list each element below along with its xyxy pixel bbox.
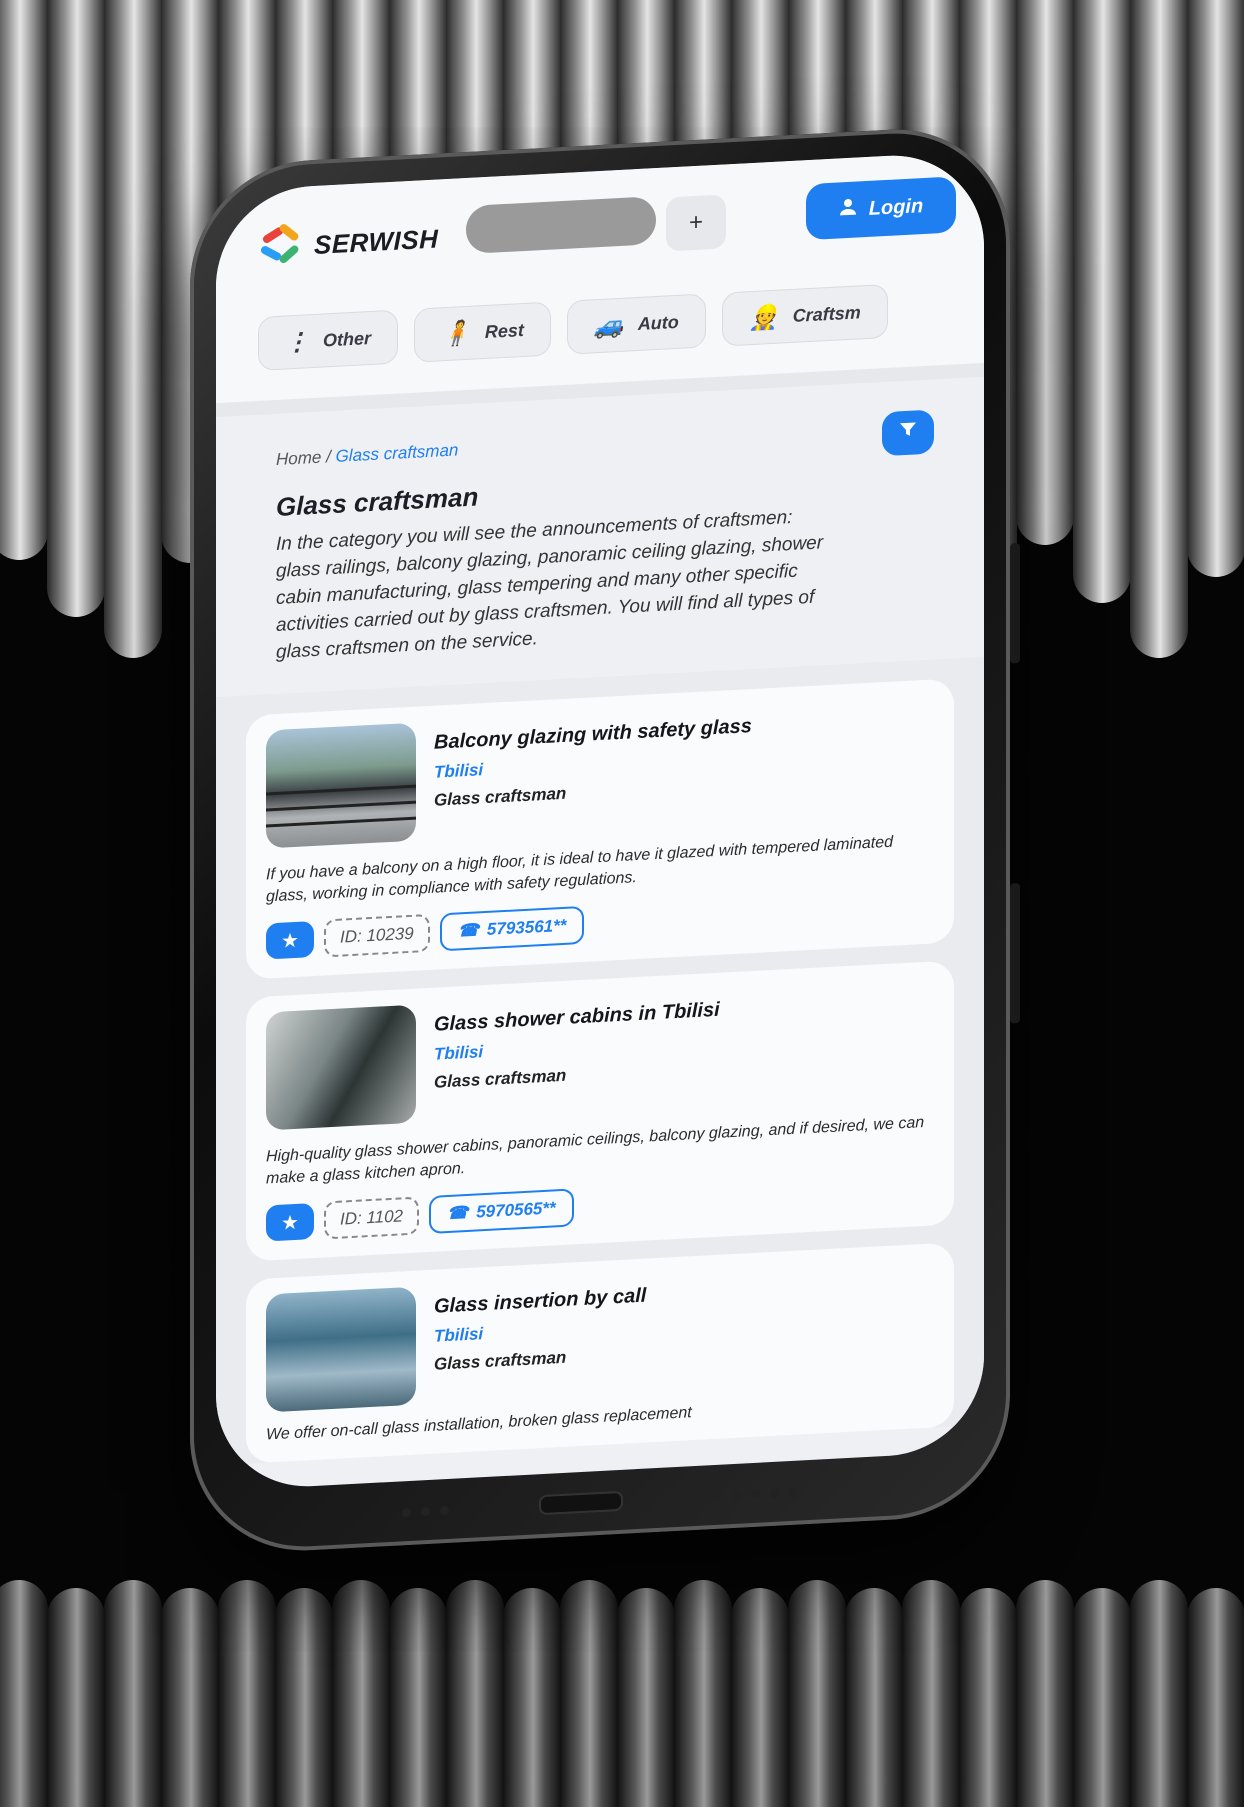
pillar [104, 0, 162, 658]
pillar [332, 1580, 390, 1807]
page-description: In the category you will see the announc… [276, 506, 824, 663]
login-label: Login [868, 194, 924, 220]
pillar [47, 0, 105, 617]
pillar [902, 1580, 960, 1807]
phone-icon: ☎ [457, 920, 479, 941]
favorite-button[interactable]: ★ [266, 1202, 314, 1242]
star-icon: ★ [281, 1211, 299, 1235]
pillar [161, 1588, 219, 1807]
listing-card[interactable]: Glass insertion by call Tbilisi Glass cr… [246, 1242, 954, 1464]
pillar [1016, 1580, 1074, 1807]
tab-craftsmen[interactable]: 👷 Craftsm [721, 283, 888, 347]
add-listing-button[interactable]: + [666, 194, 726, 252]
pillar [1130, 1580, 1188, 1807]
listing-list: Balcony glazing with safety glass Tbilis… [216, 656, 984, 1466]
phone-frame: SERWISH + Login ⋮ Other 🧍 Rest 🚙 Auto 👷 … [190, 123, 1020, 1557]
brand-logo[interactable]: SERWISH [258, 216, 438, 269]
filter-icon [898, 419, 918, 446]
phone-screen: SERWISH + Login ⋮ Other 🧍 Rest 🚙 Auto 👷 … [216, 150, 984, 1492]
pillar [47, 1588, 105, 1807]
phone-number: 5793561** [486, 915, 567, 939]
pillar [275, 1588, 333, 1807]
pillar [1016, 0, 1074, 545]
filter-button[interactable] [882, 409, 934, 457]
pillar [1130, 0, 1188, 658]
pillar [104, 1580, 162, 1807]
tab-auto[interactable]: 🚙 Auto [566, 293, 706, 355]
tab-other[interactable]: ⋮ Other [258, 309, 399, 371]
phone-button[interactable]: ☎ 5970565** [429, 1188, 574, 1234]
listing-category: Glass craftsman [434, 1347, 567, 1374]
pillar [0, 0, 48, 560]
dynamic-island [466, 196, 656, 255]
pillar [0, 1580, 48, 1807]
pillar [788, 1580, 846, 1807]
pillar [389, 1588, 447, 1807]
phone-number: 5970565** [476, 1198, 556, 1222]
pillar [845, 1588, 903, 1807]
speaker-grille [713, 1487, 798, 1501]
tab-label: Craftsm [792, 301, 861, 326]
pillar [674, 1580, 732, 1807]
listing-photo[interactable] [266, 1004, 416, 1131]
pillar [560, 1580, 618, 1807]
side-button [1010, 882, 1020, 1024]
logo-icon [258, 222, 302, 270]
pillar [446, 1580, 504, 1807]
breadcrumb-home[interactable]: Home [276, 448, 321, 469]
tab-rest[interactable]: 🧍 Rest [414, 301, 551, 363]
tab-label: Rest [484, 319, 524, 342]
listing-id: ID: 10239 [324, 913, 430, 958]
favorite-button[interactable]: ★ [266, 920, 314, 960]
charging-port [539, 1490, 623, 1516]
listing-city[interactable]: Tbilisi [434, 1316, 646, 1347]
pillar [218, 1580, 276, 1807]
star-icon: ★ [281, 929, 299, 953]
listing-title[interactable]: Glass insertion by call [434, 1285, 646, 1319]
car-icon: 🚙 [593, 311, 624, 340]
person-icon: 🧍 [441, 319, 471, 348]
listing-category: Glass craftsman [434, 1065, 567, 1092]
pillar [959, 1588, 1017, 1807]
listing-photo[interactable] [266, 722, 416, 849]
pillar [503, 1588, 561, 1807]
more-vertical-icon: ⋮ [285, 327, 309, 357]
phone-icon: ☎ [447, 1202, 469, 1224]
background-pillars-bottom [0, 1560, 1244, 1807]
listing-photo[interactable] [266, 1286, 416, 1413]
category-header: Home / Glass craftsman Glass craftsman I… [216, 377, 984, 669]
side-button [1010, 542, 1020, 664]
listing-card[interactable]: Glass shower cabins in Tbilisi Tbilisi G… [246, 960, 954, 1262]
tab-label: Other [323, 327, 372, 351]
pillar [617, 1588, 675, 1807]
speaker-grille [402, 1505, 449, 1517]
phone-button[interactable]: ☎ 5793561** [439, 905, 585, 952]
workers-icon: 👷 [748, 303, 779, 332]
pillar [731, 1588, 789, 1807]
breadcrumb-separator: / [326, 447, 331, 467]
brand-name: SERWISH [314, 222, 439, 260]
user-icon [839, 198, 857, 223]
pillar [1073, 1588, 1131, 1807]
login-button[interactable]: Login [806, 176, 956, 241]
listing-card[interactable]: Balcony glazing with safety glass Tbilis… [246, 678, 954, 980]
listing-id: ID: 1102 [324, 1196, 420, 1240]
pillar [1187, 0, 1244, 577]
tab-label: Auto [637, 311, 679, 334]
breadcrumb-current[interactable]: Glass craftsman [336, 440, 459, 465]
pillar [1187, 1588, 1244, 1807]
pillar [1073, 0, 1131, 603]
phone-mockup: SERWISH + Login ⋮ Other 🧍 Rest 🚙 Auto 👷 … [190, 123, 1020, 1557]
